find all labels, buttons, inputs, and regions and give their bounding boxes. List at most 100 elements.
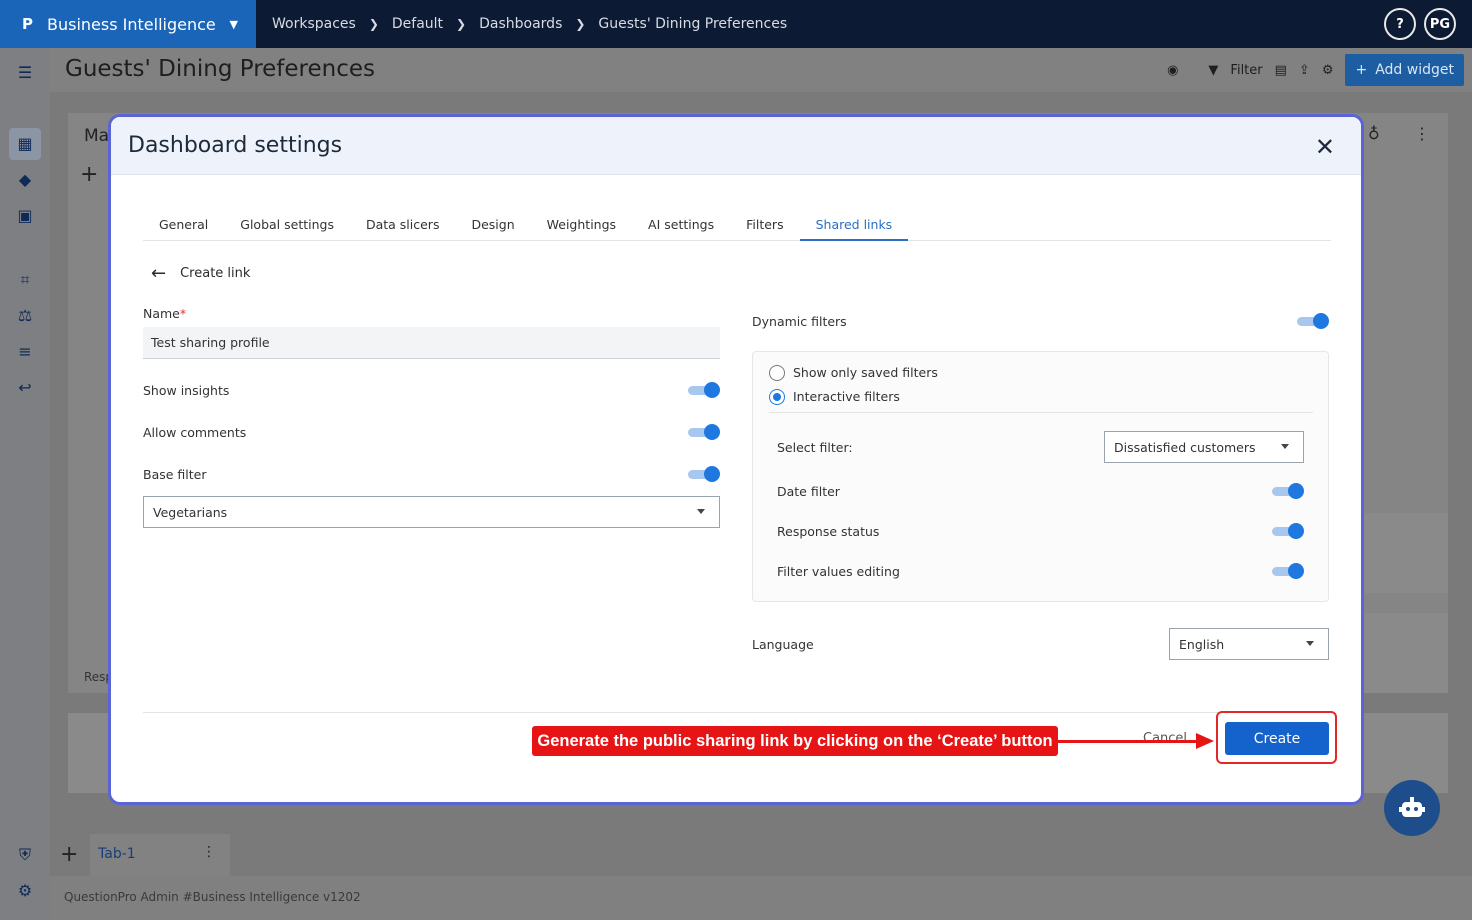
back-label: Create link xyxy=(180,266,251,281)
close-icon[interactable]: ✕ xyxy=(1315,133,1335,161)
left-rail: ☰ ▦ ◆ ▣ ⌗ ⚖ ≡ ↩ ⛨ ⚙ xyxy=(0,48,50,920)
back-button[interactable]: ← Create link xyxy=(151,263,250,284)
settings-tabs: General Global settings Data slicers Des… xyxy=(143,211,1331,241)
reply-icon[interactable]: ↩ xyxy=(14,377,36,399)
modal-header: Dashboard settings ✕ xyxy=(111,117,1361,175)
required-marker: * xyxy=(179,306,187,321)
robot-icon xyxy=(1399,797,1425,817)
language-select[interactable]: English xyxy=(1169,628,1329,660)
show-insights-label: Show insights xyxy=(143,383,230,398)
scan-icon[interactable]: ⌗ xyxy=(14,269,36,291)
breadcrumb-default[interactable]: Default xyxy=(392,16,443,32)
report-icon[interactable]: ▣ xyxy=(14,205,36,227)
tab-data-slicers[interactable]: Data slicers xyxy=(350,211,456,241)
annotation-arrow-head xyxy=(1196,733,1214,749)
cancel-button[interactable]: Cancel xyxy=(1143,731,1187,746)
gear-icon[interactable]: ⚙ xyxy=(1322,63,1334,78)
balance-icon[interactable]: ⚖ xyxy=(14,305,36,327)
name-input[interactable]: Test sharing profile xyxy=(143,327,720,359)
pdf-icon[interactable]: ▤ xyxy=(1275,63,1287,78)
radio-interactive-filters[interactable] xyxy=(769,389,785,405)
tab-weightings[interactable]: Weightings xyxy=(531,211,632,241)
tab-filters[interactable]: Filters xyxy=(730,211,799,241)
gear-icon[interactable]: ⚙ xyxy=(14,880,36,902)
tab-design[interactable]: Design xyxy=(455,211,530,241)
tab-global-settings[interactable]: Global settings xyxy=(224,211,350,241)
chevron-down-icon: ▼ xyxy=(229,17,238,31)
response-status-toggle[interactable] xyxy=(1272,523,1304,539)
add-tab-icon[interactable]: + xyxy=(60,842,78,867)
widget-placeholder xyxy=(1364,513,1448,593)
allow-comments-toggle[interactable] xyxy=(688,424,720,440)
help-button[interactable]: ? xyxy=(1384,8,1416,40)
dashboard-settings-modal: Dashboard settings ✕ General Global sett… xyxy=(108,114,1364,805)
language-value: English xyxy=(1179,637,1225,652)
eye-icon[interactable]: ◉ xyxy=(1167,63,1178,78)
base-filter-label: Base filter xyxy=(143,467,207,482)
version-link[interactable]: #Business Intelligence v1202 xyxy=(183,890,361,904)
widget-title: Ma xyxy=(84,126,110,146)
share-icon[interactable]: ⇪ xyxy=(1299,63,1310,78)
list-icon[interactable]: ≡ xyxy=(14,341,36,363)
breadcrumb-current: Guests' Dining Preferences xyxy=(598,16,788,32)
footer: QuestionPro Admin #Business Intelligence… xyxy=(50,876,1472,920)
base-filter-select[interactable]: Vegetarians xyxy=(143,496,720,528)
diamond-icon[interactable]: ◆ xyxy=(14,169,36,191)
bulb-icon[interactable]: ♁ xyxy=(1368,124,1380,143)
radio-saved-filters[interactable] xyxy=(769,365,785,381)
filter-values-editing-label: Filter values editing xyxy=(777,564,900,579)
dynamic-filters-toggle[interactable] xyxy=(1297,313,1329,329)
select-filter-value: Dissatisfied customers xyxy=(1114,440,1256,455)
caret-down-icon xyxy=(697,509,705,514)
annotation-arrow xyxy=(1058,740,1198,743)
plus-icon: + xyxy=(1355,62,1368,78)
tab-general[interactable]: General xyxy=(143,211,224,241)
date-filter-toggle[interactable] xyxy=(1272,483,1304,499)
caret-down-icon xyxy=(1281,444,1289,449)
app-switcher[interactable]: P Business Intelligence ▼ xyxy=(0,0,256,48)
breadcrumb-workspaces[interactable]: Workspaces xyxy=(272,16,356,32)
annotation-callout: Generate the public sharing link by clic… xyxy=(532,726,1058,756)
dynamic-filters-panel: Show only saved filters Interactive filt… xyxy=(752,351,1329,602)
filter-icon[interactable]: ▼ xyxy=(1208,63,1218,78)
breadcrumb-dashboards[interactable]: Dashboards xyxy=(479,16,562,32)
page-title: Guests' Dining Preferences xyxy=(65,56,375,82)
shield-icon[interactable]: ⛨ xyxy=(14,844,36,866)
plus-icon[interactable]: + xyxy=(80,162,98,187)
dynamic-filters-label: Dynamic filters xyxy=(752,314,847,329)
footer-divider xyxy=(143,712,1331,713)
tab-shared-links[interactable]: Shared links xyxy=(799,211,909,241)
dashboard-icon[interactable]: ▦ xyxy=(9,128,41,160)
divider xyxy=(769,412,1313,413)
arrow-left-icon: ← xyxy=(151,263,167,284)
chevron-right-icon: ❯ xyxy=(575,17,586,31)
chatbot-button[interactable] xyxy=(1384,780,1440,836)
more-vertical-icon[interactable]: ⋮ xyxy=(1414,124,1430,143)
avatar[interactable]: PG xyxy=(1424,8,1456,40)
tab-1[interactable]: Tab-1 ⋮ xyxy=(90,834,230,876)
name-label: Name* xyxy=(143,306,187,321)
add-widget-button[interactable]: + Add widget xyxy=(1345,54,1464,86)
tab-ai-settings[interactable]: AI settings xyxy=(632,211,730,241)
app-name: Business Intelligence xyxy=(47,14,216,34)
brand-logo-icon: P xyxy=(22,15,33,33)
caret-down-icon xyxy=(1306,641,1314,646)
filter-button[interactable]: Filter xyxy=(1230,63,1262,78)
top-bar: P Business Intelligence ▼ Workspaces ❯ D… xyxy=(0,0,1472,48)
breadcrumb: Workspaces ❯ Default ❯ Dashboards ❯ Gues… xyxy=(272,0,787,48)
base-filter-toggle[interactable] xyxy=(688,466,720,482)
tab-label: Tab-1 xyxy=(98,846,136,862)
filter-values-editing-toggle[interactable] xyxy=(1272,563,1304,579)
show-insights-toggle[interactable] xyxy=(688,382,720,398)
select-filter-dropdown[interactable]: Dissatisfied customers xyxy=(1104,431,1304,463)
add-widget-label: Add widget xyxy=(1375,62,1454,78)
chevron-right-icon: ❯ xyxy=(368,17,379,31)
radio-saved-label: Show only saved filters xyxy=(793,365,938,380)
more-vertical-icon[interactable]: ⋮ xyxy=(202,844,216,860)
date-filter-label: Date filter xyxy=(777,484,840,499)
tab-bar: + Tab-1 ⋮ xyxy=(50,834,1472,876)
modal-title: Dashboard settings xyxy=(128,133,343,158)
radio-interactive-label: Interactive filters xyxy=(793,389,900,404)
menu-icon[interactable]: ☰ xyxy=(14,62,36,84)
footer-text: QuestionPro Admin xyxy=(64,890,183,904)
